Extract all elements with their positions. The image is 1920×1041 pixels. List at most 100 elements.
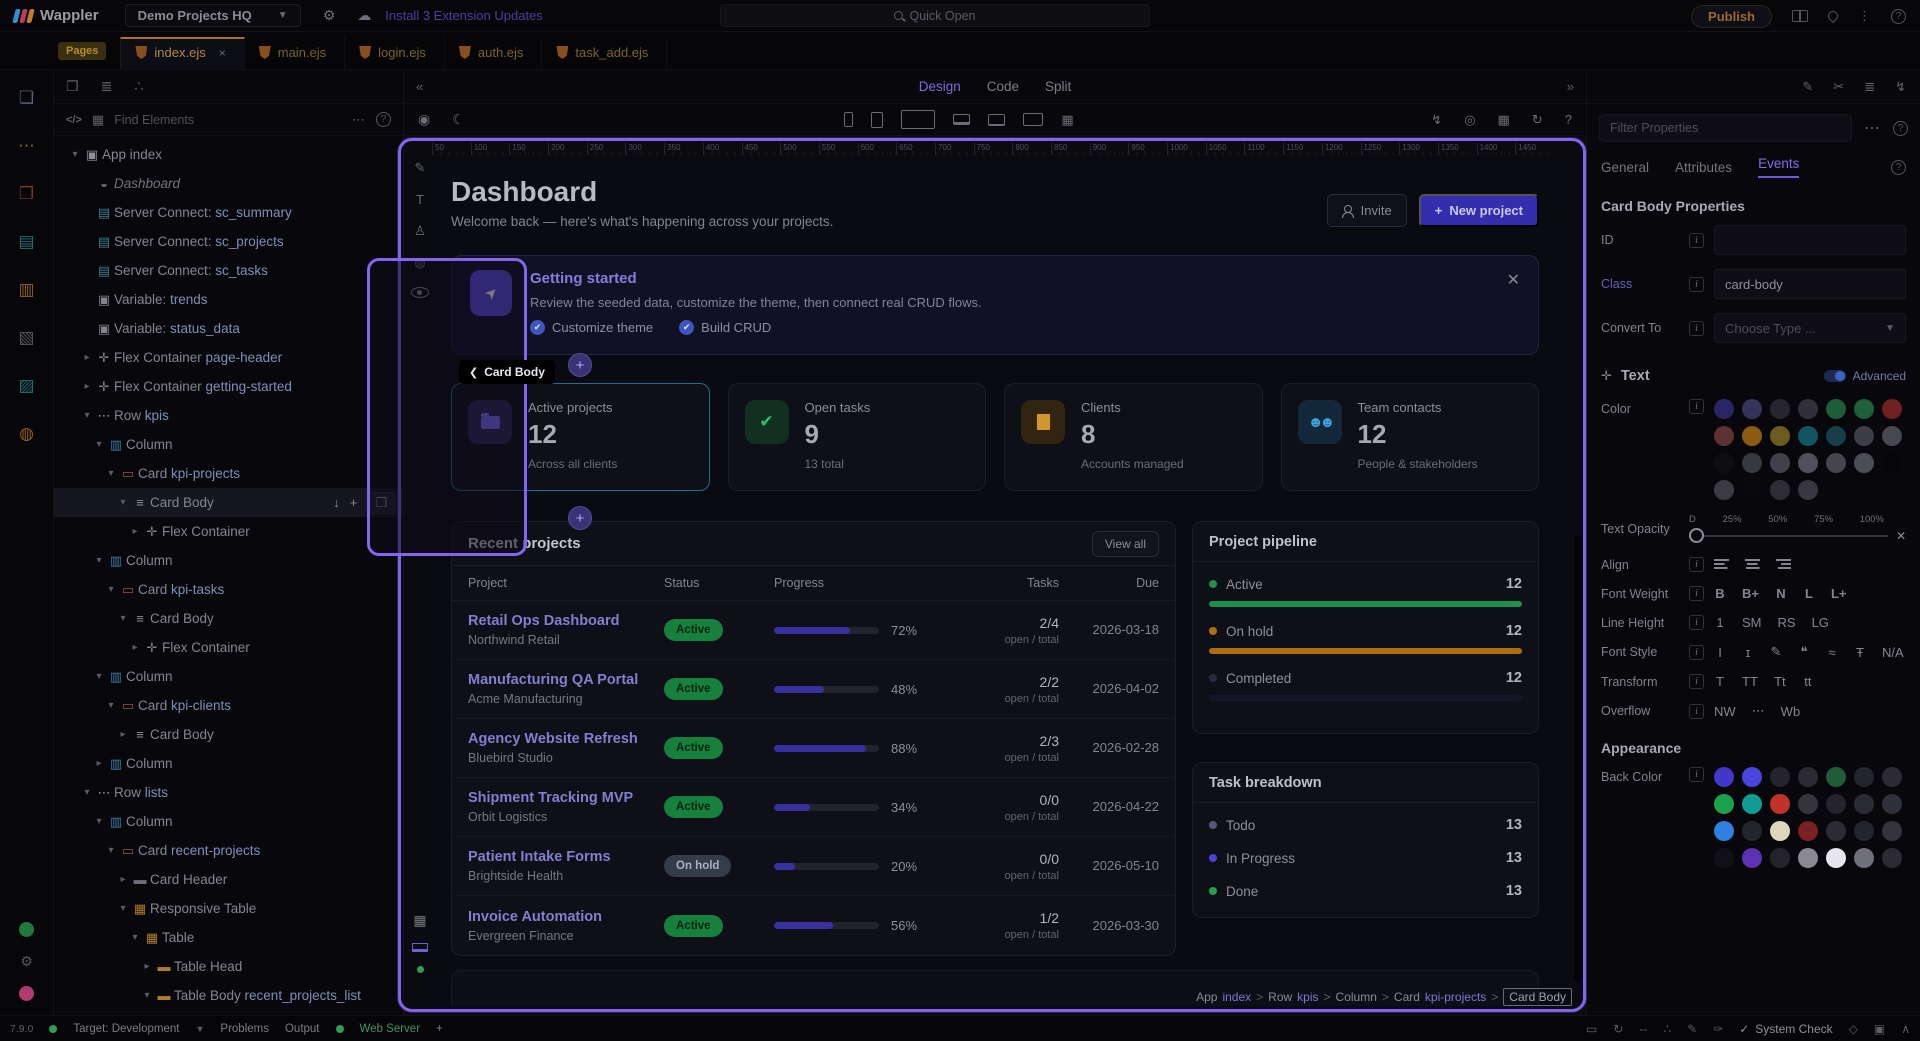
properties-tab-general[interactable]: General xyxy=(1601,160,1649,175)
view-all-button[interactable]: View all xyxy=(1091,530,1159,557)
back-color-swatch[interactable] xyxy=(1882,767,1902,787)
tree-item[interactable]: ▾≡Card Body↓+❐ xyxy=(54,488,403,517)
add-element-button[interactable]: + xyxy=(568,353,592,377)
tree-item[interactable]: ▾ ▭ Card kpi-clients xyxy=(54,691,403,720)
save-page-icon[interactable]: ❐ xyxy=(66,78,79,95)
tree-item[interactable]: ▾ ▥ Column xyxy=(54,430,403,459)
chevron-right-icon[interactable]: ▸ xyxy=(140,961,154,972)
tree-item[interactable]: ▤ Server Connect: sc_summary xyxy=(54,198,403,227)
getting-started-badge[interactable]: ✔ Build CRUD xyxy=(679,320,771,335)
edit-icon[interactable]: ✎ xyxy=(415,160,426,176)
back-color-swatch[interactable] xyxy=(1770,794,1790,814)
collapse-left-icon[interactable]: « xyxy=(416,79,423,94)
view-tab-code[interactable]: Code xyxy=(987,79,1019,94)
text-color-swatch[interactable] xyxy=(1714,399,1734,419)
back-color-swatch[interactable] xyxy=(1882,794,1902,814)
tabs-help-icon[interactable]: ? xyxy=(1891,159,1906,175)
close-tab-icon[interactable]: × xyxy=(219,46,226,60)
move-down-icon[interactable]: ↓ xyxy=(333,495,340,510)
chevron-down-icon[interactable]: ▾ xyxy=(92,555,106,566)
output-button[interactable]: Output xyxy=(285,1023,320,1035)
info-icon[interactable]: i xyxy=(1689,232,1704,248)
edit-code-icon[interactable]: ✎ xyxy=(1802,79,1813,95)
info-icon[interactable]: i xyxy=(1689,615,1704,630)
grid-toggle-icon[interactable]: ▦ xyxy=(1498,112,1510,128)
back-color-swatch[interactable] xyxy=(1742,794,1762,814)
back-color-swatch[interactable] xyxy=(1882,848,1902,868)
project-link[interactable]: Invoice Automation xyxy=(468,909,664,925)
text-color-swatch[interactable] xyxy=(1798,480,1818,500)
blocks-panel-icon[interactable]: ❒ xyxy=(19,184,34,204)
text-color-swatch[interactable] xyxy=(1798,453,1818,473)
info-icon[interactable]: i xyxy=(1689,557,1704,572)
back-color-swatch[interactable] xyxy=(1798,848,1818,868)
text-transform-option[interactable]: tt xyxy=(1802,674,1814,689)
font-style-option[interactable]: ✎ xyxy=(1770,644,1782,660)
target-selector[interactable]: Target: Development xyxy=(73,1023,179,1035)
breadcrumb-segment[interactable]: Column xyxy=(1336,990,1377,1004)
text-transform-option[interactable]: TT xyxy=(1742,674,1758,689)
settings-gear-icon[interactable]: ⚙ xyxy=(20,953,33,970)
project-selector[interactable]: Demo Projects HQ ▼ xyxy=(124,4,301,27)
table-row[interactable]: Shipment Tracking MVP Orbit Logistics Acti… xyxy=(452,778,1175,837)
back-color-swatch[interactable] xyxy=(1798,794,1818,814)
invite-button[interactable]: Invite xyxy=(1326,194,1407,227)
grid-view-icon[interactable]: ▦ xyxy=(92,112,104,128)
cut-icon[interactable]: ✂ xyxy=(1833,79,1844,95)
diamond-icon[interactable]: ◇ xyxy=(1849,1022,1858,1036)
chevron-down-icon[interactable]: ▾ xyxy=(140,990,154,1001)
document-tab[interactable]: task_add.ejs xyxy=(542,37,668,69)
text-color-swatch[interactable] xyxy=(1770,399,1790,419)
chevron-down-icon[interactable]: ▾ xyxy=(104,468,118,479)
dark-mode-icon[interactable]: ☾ xyxy=(452,111,465,128)
chevron-right-icon[interactable]: ▸ xyxy=(80,381,94,392)
window-icon[interactable]: ▭ xyxy=(1586,1022,1597,1036)
large-desktop-device-icon[interactable] xyxy=(1023,113,1044,126)
database-panel-icon[interactable]: ▤ xyxy=(18,232,34,252)
overflow-option[interactable]: Wb xyxy=(1781,704,1801,719)
breadcrumb[interactable]: App index > Row kpis > Column > Card kpi-projects… xyxy=(1196,988,1572,1006)
back-color-swatch[interactable] xyxy=(1742,821,1762,841)
back-color-swatch[interactable] xyxy=(1742,767,1762,787)
breadcrumb-segment[interactable]: index xyxy=(1222,990,1251,1004)
back-color-swatch[interactable] xyxy=(1770,848,1790,868)
align-center-icon[interactable] xyxy=(1745,559,1760,570)
collapse-right-icon[interactable]: » xyxy=(1567,79,1574,94)
tree-item[interactable]: ▾ ▥ Column xyxy=(54,807,403,836)
text-color-swatch[interactable] xyxy=(1742,399,1762,419)
text-color-swatch[interactable] xyxy=(1742,453,1762,473)
tree-item[interactable]: ▾ ▦ Table xyxy=(54,923,403,952)
info-icon[interactable]: i xyxy=(1689,703,1704,719)
bot-panel-icon[interactable]: ◍ xyxy=(19,424,34,444)
project-link[interactable]: Patient Intake Forms xyxy=(468,849,664,865)
tree-item[interactable]: ▤ Server Connect: sc_tasks xyxy=(54,256,403,285)
canvas-scrollbar[interactable] xyxy=(1574,536,1583,981)
new-project-button[interactable]: + New project xyxy=(1418,194,1539,227)
font-weight-option[interactable]: B xyxy=(1714,586,1726,601)
table-row[interactable]: Agency Website Refresh Bluebird Studio Act… xyxy=(452,719,1175,778)
line-height-option[interactable]: LG xyxy=(1812,615,1829,630)
add-target-button[interactable]: + xyxy=(436,1023,443,1035)
tree-item[interactable]: ▸ ✛ Flex Container xyxy=(54,517,403,546)
chevron-right-icon[interactable]: ▸ xyxy=(128,642,142,653)
web-server-button[interactable]: Web Server xyxy=(360,1023,421,1035)
system-check-button[interactable]: ✓ System Check xyxy=(1739,1022,1832,1036)
tree-item[interactable]: ▾ ▥ Column xyxy=(54,546,403,575)
package-icon[interactable]: ▣ xyxy=(1874,1022,1885,1036)
project-link[interactable]: Agency Website Refresh xyxy=(468,731,664,747)
back-color-swatch[interactable] xyxy=(1826,848,1846,868)
gear-icon[interactable]: ⚙ xyxy=(323,7,336,24)
chevron-down-icon[interactable]: ▾ xyxy=(92,816,106,827)
back-color-swatch[interactable] xyxy=(1798,767,1818,787)
font-weight-option[interactable]: L xyxy=(1803,586,1815,601)
overflow-option[interactable]: NW xyxy=(1714,704,1736,719)
refresh-icon[interactable]: ↻ xyxy=(1532,112,1543,128)
back-color-swatch[interactable] xyxy=(1742,848,1762,868)
table-row[interactable]: Invoice Automation Evergreen Finance Activ… xyxy=(452,896,1175,955)
text-color-swatch[interactable] xyxy=(1798,399,1818,419)
text-color-swatch[interactable] xyxy=(1714,453,1734,473)
text-color-swatch[interactable] xyxy=(1854,426,1874,446)
text-color-swatch[interactable] xyxy=(1882,399,1902,419)
filter-properties-input[interactable]: Filter Properties xyxy=(1599,114,1852,142)
tree-more-icon[interactable]: ⋯ xyxy=(352,112,366,128)
